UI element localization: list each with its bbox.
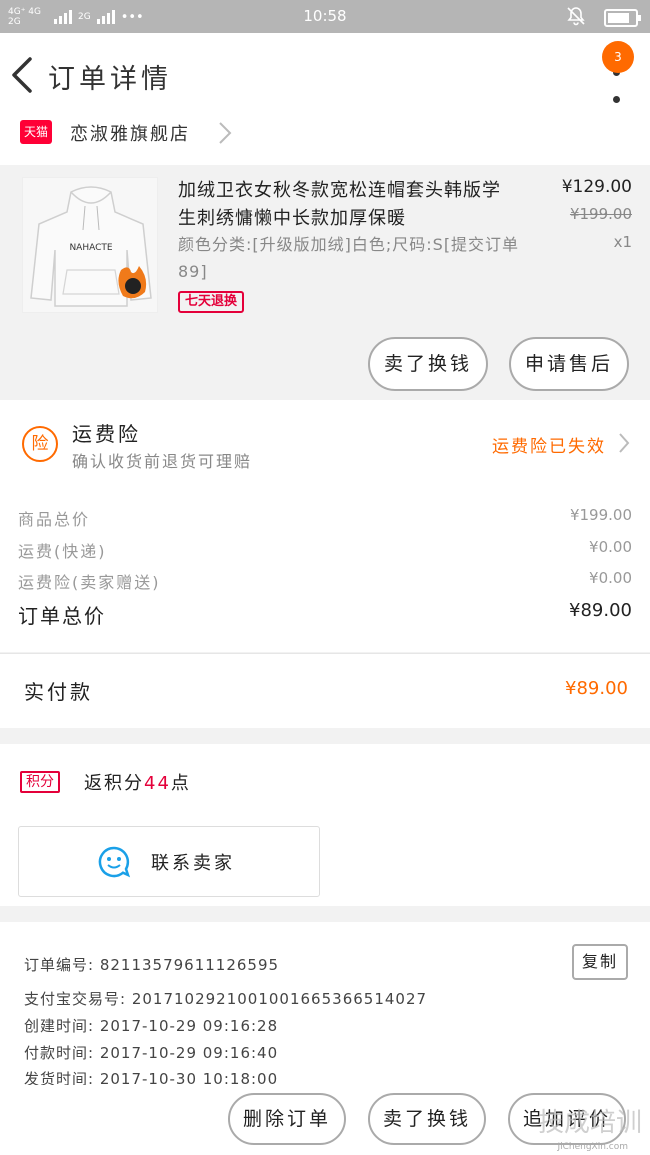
watermark-logo: 技成培训 (537, 1108, 642, 1138)
summary-row: 运费险(卖家赠送) ¥0.00 (18, 569, 632, 599)
copy-button[interactable]: 复制 (572, 944, 628, 980)
paid-value: ¥89.00 (565, 678, 628, 699)
product-quantity: x1 (613, 233, 632, 251)
chevron-right-icon (218, 121, 232, 149)
summary-label: 运费险(卖家赠送) (18, 573, 161, 592)
insurance-icon: 险 (22, 426, 58, 462)
shipping-insurance-row[interactable]: 险 运费险 确认收货前退货可理赔 运费险已失效 (0, 400, 650, 490)
points-count: 44 (144, 773, 171, 794)
back-arrow-icon (12, 57, 32, 93)
alipay-trade-number: 支付宝交易号: 2017102921001001665366514027 (24, 990, 428, 1008)
dot-icon (612, 96, 620, 103)
summary-value: ¥0.00 (589, 538, 632, 556)
summary-row: 商品总价 ¥199.00 (18, 506, 632, 536)
insurance-subtitle: 确认收货前退货可理赔 (72, 452, 253, 471)
order-number: 订单编号: 82113579611126595 (24, 956, 280, 974)
order-info: 订单编号: 82113579611126595 复制 支付宝交易号: 20171… (0, 922, 650, 1092)
product-spec: 颜色分类:[升级版加绒]白色;尺码:S[提交订单89] (178, 235, 520, 281)
store-row[interactable]: 天猫 恋淑雅旗舰店 (0, 117, 650, 165)
order-total-row: 订单总价 ¥89.00 (18, 600, 632, 630)
battery-icon (604, 8, 641, 27)
product-item[interactable]: NAHACTE 加绒卫衣女秋冬款宽松连帽套头韩版学生刺绣慵懒中长款加厚保暖 颜色… (0, 165, 650, 400)
summary-value: ¥199.00 (569, 506, 632, 524)
delete-order-button[interactable]: 删除订单 (228, 1093, 346, 1145)
chevron-right-icon (618, 432, 630, 458)
summary-label: 商品总价 (18, 510, 91, 529)
paid-label: 实付款 (24, 680, 93, 704)
product-image[interactable]: NAHACTE (22, 177, 158, 313)
more-menu-button[interactable] (612, 69, 620, 103)
nav-header: 订单详情 3 (0, 33, 650, 117)
tmall-badge: 天猫 (20, 120, 52, 144)
summary-row: 运费(快递) ¥0.00 (18, 538, 632, 568)
after-sales-button[interactable]: 申请售后 (509, 337, 629, 391)
seven-day-return-tag: 七天退换 (178, 291, 245, 313)
notification-badge[interactable]: 3 (602, 41, 634, 73)
order-total-value: ¥89.00 (569, 600, 632, 621)
page-title: 订单详情 (48, 64, 172, 95)
store-name[interactable]: 恋淑雅旗舰店 (70, 120, 190, 146)
insurance-title: 运费险 (72, 422, 141, 446)
contact-seller-label: 联系卖家 (151, 853, 235, 874)
mute-bell-icon (566, 6, 586, 29)
chat-face-icon (97, 845, 131, 883)
summary-value: ¥0.00 (589, 569, 632, 587)
product-title[interactable]: 加绒卫衣女秋冬款宽松连帽套头韩版学生刺绣慵懒中长款加厚保暖 (178, 177, 508, 233)
resell-button-bottom[interactable]: 卖了换钱 (368, 1093, 486, 1145)
summary-label: 运费(快递) (18, 542, 107, 561)
points-section: 积分 返积分44点 联系卖家 (0, 744, 650, 906)
contact-seller-button[interactable]: 联系卖家 (18, 826, 320, 897)
back-button[interactable] (8, 55, 38, 95)
status-bar: 4G⁺ 4G 2G 2G ••• 10:58 (0, 0, 650, 33)
paid-time: 付款时间: 2017-10-29 09:16:40 (24, 1044, 279, 1062)
created-time: 创建时间: 2017-10-29 09:16:28 (24, 1017, 279, 1035)
clock: 10:58 (303, 7, 347, 25)
points-badge: 积分 (20, 771, 60, 793)
points-prefix: 返积分 (84, 773, 144, 794)
resell-button[interactable]: 卖了换钱 (368, 337, 488, 391)
price-summary: 商品总价 ¥199.00 运费(快递) ¥0.00 运费险(卖家赠送) ¥0.0… (0, 490, 650, 652)
insurance-status: 运费险已失效 (492, 437, 606, 457)
points-suffix: 点 (170, 773, 191, 794)
watermark-url: JiChengXin.com (557, 1142, 628, 1152)
product-image-text: NAHACTE (69, 243, 112, 253)
product-original-price: ¥199.00 (569, 205, 632, 223)
product-price: ¥129.00 (561, 177, 632, 197)
points-text: 返积分44点 (84, 769, 191, 795)
order-total-label: 订单总价 (18, 604, 106, 628)
paid-amount-row: 实付款 ¥89.00 (0, 653, 650, 728)
